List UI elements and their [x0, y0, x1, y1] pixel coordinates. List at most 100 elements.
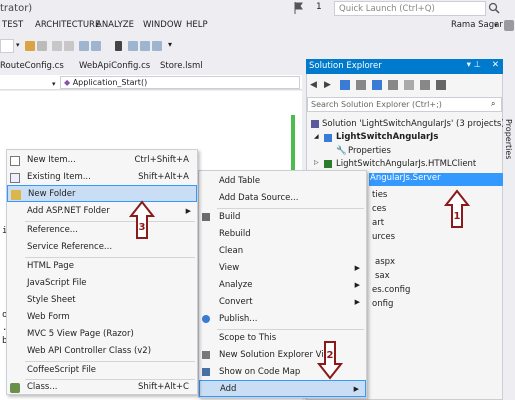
menu-item-add-table[interactable]: Add Table — [199, 173, 366, 190]
close-icon[interactable]: ✕ — [492, 60, 499, 70]
existing-item-icon — [10, 173, 20, 183]
notification-count[interactable]: 1 — [316, 2, 322, 12]
tree-item-server[interactable]: AngularJs.Server — [370, 173, 441, 183]
menu-item-reference[interactable]: Reference... — [7, 222, 197, 239]
menu-item-shortcut: Shift+Alt+A — [138, 172, 189, 182]
tree-item[interactable]: onfig — [372, 299, 393, 309]
tree-item[interactable]: art — [372, 218, 384, 228]
tree-item[interactable]: es.config — [372, 285, 410, 295]
sync-icon[interactable] — [356, 80, 366, 90]
tab-routeconfig[interactable]: RouteConfig.cs — [0, 61, 64, 71]
menu-item-view[interactable]: View ▶ — [199, 260, 366, 277]
menu-item-rebuild[interactable]: Rebuild — [199, 226, 366, 243]
menu-item-web-api-controller[interactable]: Web API Controller Class (v2) — [7, 343, 197, 360]
menu-item-mvc-view-page[interactable]: MVC 5 View Page (Razor) — [7, 326, 197, 343]
quick-launch-input[interactable]: Quick Launch (Ctrl+Q) — [334, 1, 486, 16]
home-icon[interactable] — [340, 80, 350, 90]
tree-item[interactable]: sax — [375, 271, 390, 281]
tree-item-htmlclient[interactable]: LightSwitchAngularJs.HTMLClient — [336, 159, 476, 169]
indent-icon[interactable] — [79, 41, 89, 51]
toolbar — [0, 37, 515, 57]
menu-item-coffeescript-file[interactable]: CoffeeScript File — [7, 362, 197, 379]
menu-item-build[interactable]: Build — [199, 209, 366, 226]
window-title: trator) — [0, 3, 33, 14]
properties-side-tab[interactable]: Properties — [503, 59, 515, 400]
member-dropdown[interactable]: ◆ Application_Start() — [60, 76, 300, 89]
menu-item-add[interactable]: Add ▶ — [199, 380, 366, 397]
menu-architecture[interactable]: ARCHITECTURE — [35, 20, 100, 30]
menu-item-analyze[interactable]: Analyze ▶ — [199, 277, 366, 294]
menu-item-web-form[interactable]: Web Form — [7, 309, 197, 326]
tree-item-solution[interactable]: Solution 'LightSwitchAngularJs' (3 proje… — [322, 119, 505, 129]
menu-analyze[interactable]: ANALYZE — [96, 20, 134, 30]
solution-explorer-title-text: Solution Explorer — [309, 61, 382, 71]
prev-bookmark-icon[interactable] — [128, 41, 138, 51]
tree-item-properties[interactable]: Properties — [348, 146, 391, 156]
bookmark-icon[interactable] — [115, 41, 122, 51]
menu-item-add-aspnet-folder[interactable]: Add ASP.NET Folder ▶ — [7, 203, 197, 220]
back-icon[interactable]: ◀ — [310, 80, 317, 90]
next-bookmark-icon[interactable] — [140, 41, 150, 51]
uncomment-icon[interactable] — [64, 41, 74, 51]
clear-bookmarks-icon[interactable] — [152, 41, 162, 51]
chevron-down-icon[interactable]: ▾ — [16, 41, 20, 49]
menu-item-convert[interactable]: Convert ▶ — [199, 294, 366, 311]
menu-item-label: Add — [220, 384, 237, 394]
menu-item-new-item[interactable]: New Item... Ctrl+Shift+A — [7, 152, 197, 169]
menu-item-label: Build — [219, 212, 241, 222]
menu-item-style-sheet[interactable]: Style Sheet — [7, 292, 197, 309]
menu-item-label: Reference... — [27, 225, 78, 235]
menu-item-publish[interactable]: Publish... — [199, 311, 366, 328]
search-solution-input[interactable]: Search Solution Explorer (Ctrl+;) — [307, 97, 502, 112]
menu-test[interactable]: TEST — [2, 20, 23, 30]
toolbar-overflow-icon[interactable]: ▾ — [168, 40, 172, 49]
menu-item-label: Show on Code Map — [219, 367, 301, 377]
tree-item-project[interactable]: LightSwitchAngularJs — [336, 132, 438, 142]
menu-window[interactable]: WINDOW — [143, 20, 182, 30]
menu-item-clean[interactable]: Clean — [199, 243, 366, 260]
tree-item[interactable]: ties — [372, 190, 387, 200]
properties-icon[interactable] — [420, 80, 430, 90]
annotation-number: 2 — [327, 350, 334, 361]
pin-icon[interactable]: ▾ ⊥ — [467, 60, 481, 70]
find-icon[interactable] — [25, 41, 35, 51]
annotation-number: 3 — [139, 222, 146, 233]
tree-item[interactable]: aspx — [375, 257, 395, 267]
chevron-down-icon[interactable]: ▾ — [52, 80, 56, 88]
submenu-arrow-icon: ▶ — [185, 207, 191, 215]
refresh-icon[interactable] — [372, 80, 382, 90]
search-icon[interactable] — [488, 2, 500, 14]
collapse-icon[interactable]: ▷ — [314, 159, 319, 166]
menu-item-html-page[interactable]: HTML Page — [7, 258, 197, 275]
tree-item[interactable]: ces — [372, 204, 386, 214]
comment-icon[interactable] — [52, 41, 62, 51]
menu-item-service-reference[interactable]: Service Reference... — [7, 239, 197, 256]
format-icon[interactable] — [37, 41, 47, 51]
menu-item-shortcut: Ctrl+Shift+A — [134, 155, 189, 165]
collapse-all-icon[interactable] — [388, 80, 398, 90]
outdent-icon[interactable] — [91, 41, 101, 51]
feedback-flag-icon[interactable] — [294, 2, 304, 14]
menu-item-javascript-file[interactable]: JavaScript File — [7, 275, 197, 292]
forward-icon[interactable]: ▶ — [324, 80, 331, 90]
search-icon[interactable]: ⌕ — [491, 99, 495, 109]
menu-item-label: Publish... — [219, 314, 258, 324]
toolbar-dropdown[interactable] — [0, 39, 14, 53]
show-all-files-icon[interactable] — [404, 80, 414, 90]
menu-item-label: Class... — [27, 382, 58, 392]
menu-item-new-folder[interactable]: New Folder — [7, 185, 197, 202]
menu-item-existing-item[interactable]: Existing Item... Shift+Alt+A — [7, 169, 197, 186]
menu-item-add-data-source[interactable]: Add Data Source... — [199, 190, 366, 207]
tab-store-lsml[interactable]: Store.lsml — [160, 61, 203, 71]
properties-side-tab-label: Properties — [504, 119, 513, 160]
class-icon — [10, 383, 20, 393]
class-diagram-icon[interactable] — [436, 80, 446, 90]
tree-item[interactable]: urces — [372, 232, 395, 242]
menu-help[interactable]: HELP — [186, 20, 208, 30]
avatar[interactable] — [504, 20, 514, 31]
solution-icon — [311, 120, 319, 128]
menu-item-class[interactable]: Class... Shift+Alt+C — [7, 379, 197, 396]
expand-icon[interactable]: ◢ — [314, 133, 319, 140]
tab-webapiconfig[interactable]: WebApiConfig.cs — [79, 61, 150, 71]
user-dropdown-icon[interactable]: ▾ — [494, 21, 498, 29]
